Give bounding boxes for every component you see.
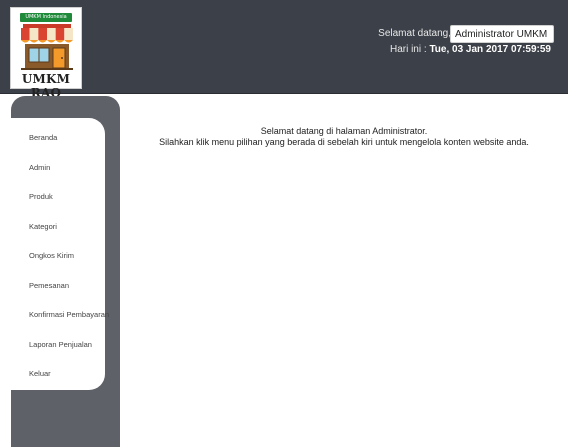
sidebar-item-admin[interactable]: Admin bbox=[11, 153, 105, 183]
welcome-label: Selamat datang, bbox=[378, 28, 451, 39]
sidebar-item-beranda[interactable]: Beranda bbox=[11, 123, 105, 153]
logo-banner: UMKM Indonesia bbox=[20, 13, 72, 22]
sidebar-menu: Beranda Admin Produk Kategori Ongkos Kir… bbox=[11, 118, 109, 390]
header-bar: UMKM Indonesia UMKM RAO Selamat datang, … bbox=[0, 0, 568, 100]
sidebar-item-pemesanan[interactable]: Pemesanan bbox=[11, 271, 105, 301]
admin-name-field[interactable] bbox=[450, 25, 554, 43]
sidebar-item-produk[interactable]: Produk bbox=[11, 182, 105, 212]
main-content: Selamat datang di halaman Administrator.… bbox=[120, 126, 568, 148]
welcome-message: Selamat datang di halaman Administrator. bbox=[260, 126, 428, 136]
today-label: Hari ini : bbox=[389, 44, 427, 55]
instruction-message: Silahkan klik menu pilihan yang berada d… bbox=[159, 137, 529, 147]
sidebar-item-laporan-penjualan[interactable]: Laporan Penjualan bbox=[11, 330, 105, 360]
today-row: Hari ini : Tue, 03 Jan 2017 07:59:59 bbox=[0, 44, 551, 55]
sidebar-item-keluar[interactable]: Keluar bbox=[11, 359, 105, 389]
today-datetime: Tue, 03 Jan 2017 07:59:59 bbox=[429, 44, 551, 55]
sidebar-item-konfirmasi-pembayaran[interactable]: Konfirmasi Pembayaran bbox=[11, 300, 109, 330]
logo-banner-text: UMKM Indonesia bbox=[25, 14, 67, 20]
sidebar-item-ongkos-kirim[interactable]: Ongkos Kirim bbox=[11, 241, 105, 271]
sidebar-item-kategori[interactable]: Kategori bbox=[11, 212, 105, 242]
